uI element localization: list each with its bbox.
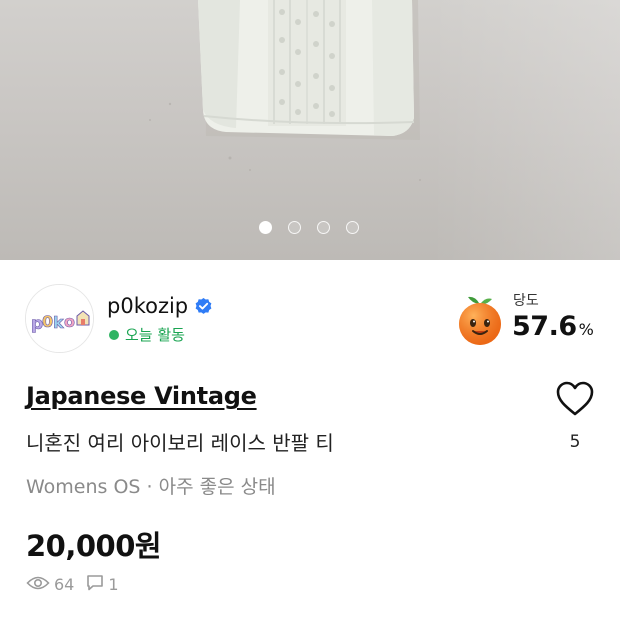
like-count: 5 — [569, 432, 581, 452]
product-title: 니혼진 여리 아이보리 레이스 반팔 티 — [26, 431, 334, 455]
pager-dot-1[interactable] — [259, 221, 272, 234]
sweetness-value: 57.6 — [512, 311, 577, 342]
verified-badge-icon — [194, 297, 213, 316]
comment-count: 1 — [108, 575, 119, 594]
product-meta: Womens OS · 아주 좋은 상태 — [26, 476, 276, 498]
product-image[interactable] — [0, 0, 620, 260]
peach-icon — [455, 294, 505, 346]
svg-text:0: 0 — [42, 312, 53, 331]
sweetness-unit: % — [578, 320, 594, 339]
sweetness-label: 당도 — [513, 293, 539, 309]
seller-activity-status: 오늘 활동 — [109, 324, 185, 345]
product-price: 20,000원 — [26, 529, 162, 563]
brand-link[interactable]: Japanese Vintage — [26, 382, 257, 410]
view-count: 64 — [54, 575, 75, 594]
image-pager[interactable] — [259, 221, 359, 234]
eye-icon — [26, 575, 50, 595]
like-heart-icon[interactable] — [555, 380, 595, 418]
seller-logo: p 0 k o — [26, 285, 93, 352]
seller-name-row[interactable]: p0kozip — [107, 294, 213, 318]
sweetness-score: 57.6% — [512, 311, 594, 342]
comment-icon — [86, 574, 104, 595]
product-stats: 64 1 — [26, 574, 119, 595]
pager-dot-3[interactable] — [317, 221, 330, 234]
svg-text:k: k — [53, 313, 64, 332]
online-indicator-icon — [109, 329, 119, 340]
seller-status-label: 오늘 활동 — [125, 326, 185, 344]
seller-name[interactable]: p0kozip — [107, 294, 188, 318]
seller-avatar[interactable]: p 0 k o — [25, 284, 94, 353]
pager-dot-2[interactable] — [288, 221, 301, 234]
pager-dot-4[interactable] — [346, 221, 359, 234]
svg-text:o: o — [64, 312, 75, 331]
